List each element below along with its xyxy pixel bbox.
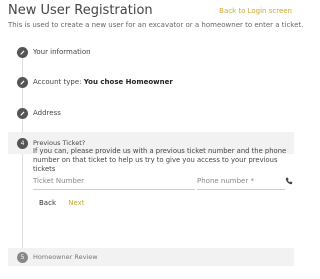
phone-icon (285, 177, 293, 185)
step-address[interactable]: Address (8, 107, 294, 119)
step-label: Your information (33, 48, 91, 56)
step-number-badge: 5 (17, 251, 28, 263)
ticket-number-input[interactable] (33, 177, 195, 185)
pencil-icon (17, 76, 28, 88)
phone-number-field[interactable] (197, 177, 293, 190)
ticket-number-field[interactable] (33, 177, 195, 190)
step-label: Homeowner Review (33, 253, 98, 261)
step-number-badge: 4 (17, 137, 28, 149)
step-homeowner-review[interactable]: 5 Homeowner Review (8, 248, 294, 266)
previous-ticket-description: If you can, please provide us with a pre… (33, 147, 287, 173)
account-type-value: You chose Homeowner (83, 78, 173, 86)
back-to-login-link[interactable]: Back to Login screen (219, 7, 292, 15)
pencil-icon (17, 107, 28, 119)
pencil-icon (17, 46, 28, 58)
page-title: New User Registration (8, 3, 153, 18)
phone-number-input[interactable] (197, 177, 285, 185)
step-label: Previous Ticket? (33, 139, 86, 147)
previous-ticket-panel: If you can, please provide us with a pre… (33, 147, 293, 207)
step-account-type[interactable]: Account type: You chose Homeowner (8, 76, 294, 88)
page-header: New User Registration Back to Login scre… (8, 0, 303, 34)
back-button[interactable]: Back (39, 199, 56, 207)
registration-stepper: Your information Account type: You chose… (8, 34, 294, 270)
next-button[interactable]: Next (68, 199, 84, 207)
page-subtitle: This is used to create a new user for an… (8, 21, 304, 29)
step-label: Address (33, 109, 61, 117)
step-actions: Back Next (39, 199, 85, 207)
step-label: Account type: You chose Homeowner (33, 78, 173, 86)
step-your-information[interactable]: Your information (8, 46, 294, 58)
previous-ticket-fields (33, 177, 293, 191)
